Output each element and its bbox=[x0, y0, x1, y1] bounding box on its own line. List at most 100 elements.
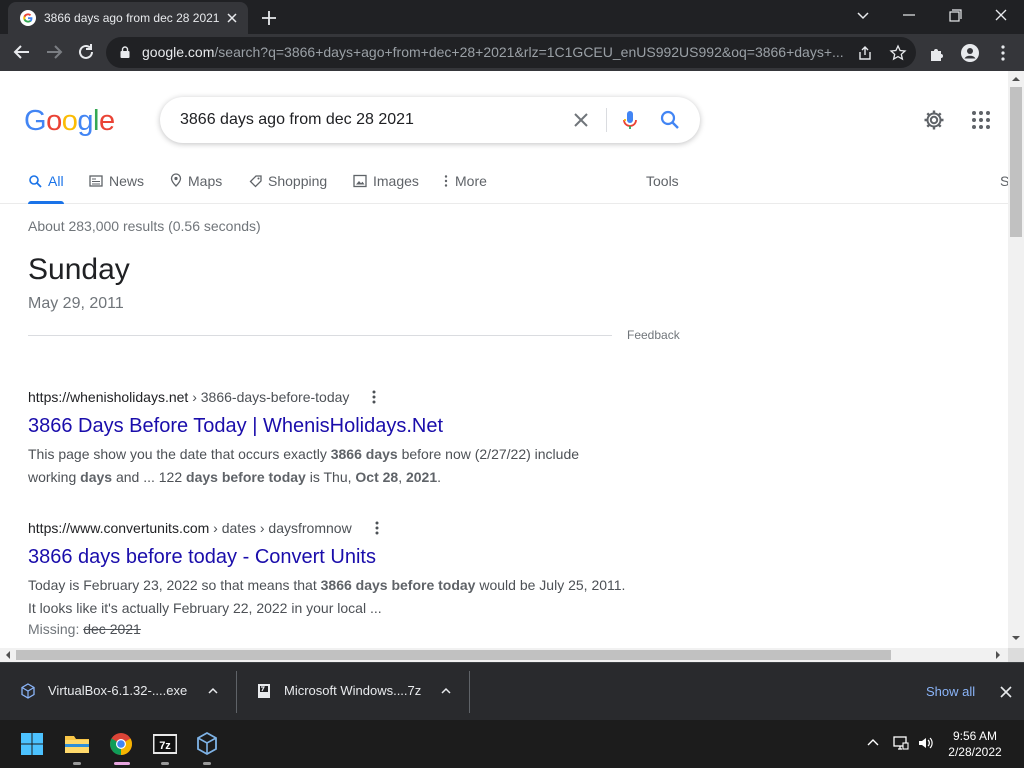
settings-gear-icon[interactable] bbox=[922, 108, 946, 132]
missing-terms-text: dec 2021 bbox=[83, 621, 141, 637]
tab-strip: 3866 days ago from dec 28 2021 - Google … bbox=[0, 0, 1024, 34]
restore-icon[interactable] bbox=[943, 5, 967, 25]
result-cite[interactable]: https://whenisholidays.net › 3866-days-b… bbox=[28, 388, 349, 406]
new-tab-icon[interactable] bbox=[258, 7, 280, 29]
show-all-downloads-link[interactable]: Show all bbox=[926, 684, 975, 700]
volume-icon[interactable] bbox=[917, 734, 935, 752]
tray-overflow-chevron-icon[interactable] bbox=[864, 734, 882, 752]
chrome-icon[interactable] bbox=[105, 728, 137, 760]
app-active-indicator bbox=[114, 762, 130, 765]
horizontal-scrollbar[interactable] bbox=[0, 648, 1008, 662]
snippet-text: and ... 122 bbox=[112, 469, 187, 485]
safesearch-button[interactable]: S bbox=[1000, 167, 1008, 204]
minimize-icon[interactable] bbox=[897, 5, 921, 25]
active-tab-indicator bbox=[28, 201, 64, 204]
address-bar[interactable]: google.com/search?q=3866+days+ago+from+d… bbox=[106, 37, 916, 68]
app-running-indicator bbox=[161, 762, 169, 765]
chevron-up-icon[interactable] bbox=[439, 684, 453, 698]
snippet-bold-text: 3866 days before today bbox=[320, 577, 476, 593]
news-icon bbox=[89, 175, 103, 187]
vertical-scrollbar[interactable] bbox=[1008, 71, 1024, 648]
snippet-bold-text: 3866 days bbox=[330, 446, 398, 462]
snippet-bold-text: days before today bbox=[186, 469, 306, 485]
scroll-right-arrow-icon[interactable] bbox=[993, 650, 1003, 660]
google-apps-icon[interactable] bbox=[969, 108, 993, 132]
file-explorer-icon[interactable] bbox=[61, 728, 93, 760]
tab-close-icon[interactable] bbox=[224, 10, 240, 26]
google-favicon-icon bbox=[20, 10, 36, 26]
tab-shopping[interactable]: Shopping bbox=[249, 167, 331, 204]
snippet-line: working days and ... 122 days before tod… bbox=[28, 466, 628, 489]
result-snippet: Today is February 23, 2022 so that means… bbox=[28, 574, 628, 620]
tab-label: More bbox=[455, 173, 487, 189]
lock-icon[interactable] bbox=[118, 45, 132, 59]
download-filename: Microsoft Windows....7z bbox=[284, 683, 422, 698]
result-options-icon[interactable] bbox=[369, 519, 385, 537]
result-options-icon[interactable] bbox=[366, 388, 382, 406]
tag-icon bbox=[249, 175, 262, 188]
feedback-link[interactable]: Feedback bbox=[627, 328, 680, 343]
tab-maps[interactable]: Maps bbox=[169, 167, 229, 204]
bookmark-star-icon[interactable] bbox=[889, 44, 907, 62]
chrome-menu-icon[interactable] bbox=[993, 43, 1013, 63]
chevron-up-icon[interactable] bbox=[206, 684, 220, 698]
google-logo[interactable]: Google bbox=[24, 105, 115, 137]
tab-news[interactable]: News bbox=[89, 167, 149, 204]
tab-images[interactable]: Images bbox=[353, 167, 423, 204]
download-filename: VirtualBox-6.1.32-....exe bbox=[48, 683, 188, 698]
search-icon[interactable] bbox=[659, 109, 681, 131]
virtualbox-icon[interactable] bbox=[191, 728, 223, 760]
clock-time: 9:56 AM bbox=[952, 729, 998, 743]
download-item[interactable]: VirtualBox-6.1.32-....exe bbox=[0, 671, 236, 713]
result-cite[interactable]: https://www.convertunits.com › dates › d… bbox=[28, 519, 352, 537]
close-downloads-icon[interactable] bbox=[998, 684, 1014, 700]
tab-label: News bbox=[109, 173, 145, 189]
result-title-link[interactable]: 3866 Days Before Today | WhenisHolidays.… bbox=[28, 413, 443, 439]
browser-toolbar: google.com/search?q=3866+days+ago+from+d… bbox=[0, 34, 1024, 71]
close-window-icon[interactable] bbox=[989, 5, 1013, 25]
scrollbar-corner bbox=[1008, 648, 1024, 662]
browser-tab[interactable]: 3866 days ago from dec 28 2021 - Google … bbox=[8, 2, 248, 34]
tab-all[interactable]: All bbox=[28, 167, 68, 204]
result-title-link[interactable]: 3866 days before today - Convert Units bbox=[28, 544, 376, 570]
tools-label: Tools bbox=[646, 173, 679, 189]
reload-icon[interactable] bbox=[74, 40, 98, 64]
microphone-icon[interactable] bbox=[619, 109, 641, 131]
url-text[interactable]: google.com/search?q=3866+days+ago+from+d… bbox=[142, 44, 856, 61]
profile-avatar-icon[interactable] bbox=[960, 43, 980, 63]
download-item[interactable]: Microsoft Windows....7z bbox=[236, 671, 469, 713]
search-box[interactable]: 3866 days ago from dec 28 2021 bbox=[160, 97, 700, 143]
snippet-line: It looks like it's actually February 22,… bbox=[28, 597, 628, 620]
tools-button[interactable]: Tools bbox=[646, 167, 686, 204]
search-divider bbox=[606, 108, 607, 132]
snippet-text: , bbox=[398, 469, 406, 485]
vertical-scroll-thumb[interactable] bbox=[1010, 87, 1022, 237]
downloads-bar: VirtualBox-6.1.32-....exe Microsoft Wind… bbox=[0, 662, 1024, 720]
scroll-up-arrow-icon[interactable] bbox=[1011, 74, 1021, 84]
clock-date: 2/28/2022 bbox=[948, 745, 1002, 759]
forward-icon[interactable] bbox=[42, 40, 66, 64]
back-icon[interactable] bbox=[10, 40, 34, 64]
tab-title: 3866 days ago from dec 28 2021 - Google … bbox=[44, 11, 220, 25]
more-vertical-icon bbox=[444, 175, 448, 187]
share-icon[interactable] bbox=[856, 44, 874, 62]
snippet-bold-text: 2021 bbox=[405, 469, 438, 485]
windows-start-icon[interactable] bbox=[16, 728, 48, 760]
search-results-page: Google 3866 days ago from dec 28 2021 Al… bbox=[0, 71, 1008, 648]
tab-search-chevron-icon[interactable] bbox=[851, 5, 875, 25]
system-clock[interactable]: 9:56 AM 2/28/2022 bbox=[940, 728, 1010, 760]
scroll-down-arrow-icon[interactable] bbox=[1011, 633, 1021, 643]
horizontal-scroll-thumb[interactable] bbox=[16, 650, 891, 660]
network-icon[interactable] bbox=[892, 734, 910, 752]
logo-letter: G bbox=[24, 105, 47, 137]
snippet-text: before now (2/27/22) include bbox=[397, 446, 580, 462]
windows-taskbar: 7z 9:56 AM 2/28/2022 bbox=[0, 720, 1024, 768]
tab-more[interactable]: More bbox=[442, 167, 494, 204]
image-icon bbox=[353, 174, 367, 188]
clear-search-icon[interactable] bbox=[570, 109, 592, 131]
scroll-left-arrow-icon[interactable] bbox=[3, 650, 13, 660]
logo-letter: g bbox=[77, 105, 93, 137]
7zip-icon[interactable]: 7z bbox=[149, 728, 181, 760]
search-input[interactable]: 3866 days ago from dec 28 2021 bbox=[180, 110, 414, 130]
extensions-icon[interactable] bbox=[928, 43, 948, 63]
